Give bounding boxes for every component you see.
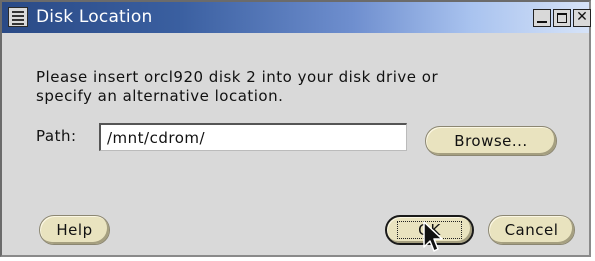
instruction-message: Please insert orcl920 disk 2 into your d… <box>36 68 438 106</box>
mouse-pointer-icon <box>423 221 443 252</box>
title-bar[interactable]: Disk Location ✕ <box>2 2 591 33</box>
window-menu-icon[interactable] <box>8 7 28 27</box>
maximize-icon[interactable] <box>553 9 571 27</box>
message-line-2: specify an alternative location. <box>36 87 284 105</box>
browse-button[interactable]: Browse... <box>425 126 557 156</box>
path-label: Path: <box>36 127 77 145</box>
window-title: Disk Location <box>36 7 153 27</box>
disk-location-dialog: Disk Location ✕ Please insert orcl920 di… <box>0 0 591 257</box>
message-line-1: Please insert orcl920 disk 2 into your d… <box>36 68 439 86</box>
minimize-icon[interactable] <box>533 9 551 27</box>
cancel-button[interactable]: Cancel <box>488 215 575 245</box>
help-button[interactable]: Help <box>39 215 110 245</box>
path-input[interactable] <box>99 123 407 151</box>
close-icon[interactable]: ✕ <box>573 9 591 27</box>
